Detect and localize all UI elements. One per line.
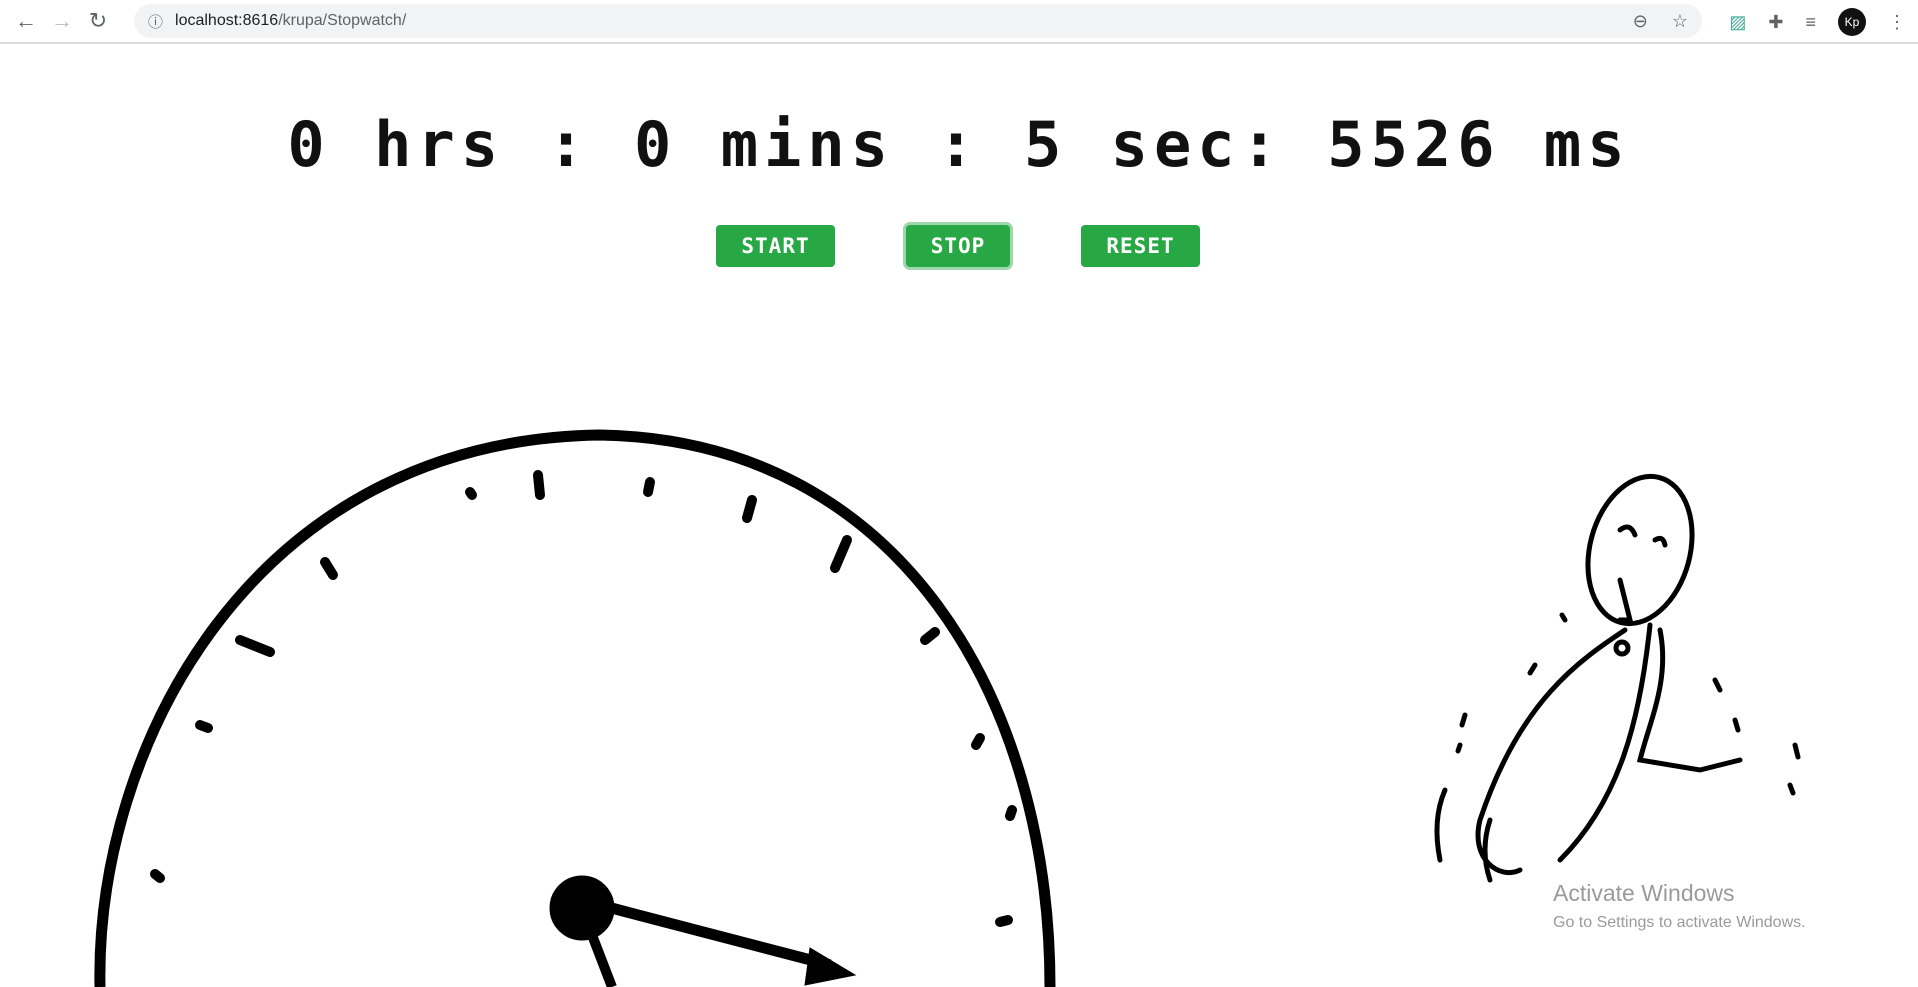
menu-icon[interactable]: ⋮ bbox=[1888, 12, 1906, 33]
forward-icon[interactable]: → bbox=[44, 8, 80, 34]
star-icon[interactable]: ☆ bbox=[1672, 11, 1688, 32]
stop-button[interactable]: STOP bbox=[906, 225, 1010, 267]
activate-windows-title: Activate Windows bbox=[1553, 880, 1735, 906]
clock-hand bbox=[598, 899, 832, 971]
activate-windows-subtitle: Go to Settings to activate Windows. bbox=[1553, 914, 1806, 931]
avatar[interactable]: Kp bbox=[1838, 8, 1866, 36]
url-host: localhost:8616 bbox=[175, 12, 279, 29]
info-icon[interactable]: ⓘ bbox=[148, 11, 163, 32]
puzzle-icon[interactable]: ✚ bbox=[1768, 12, 1783, 33]
reset-button[interactable]: RESET bbox=[1081, 225, 1200, 267]
stopwatch-display: 0 hrs : 0 mins : 5 sec: 5526 ms bbox=[287, 108, 1631, 181]
stick-figure bbox=[1434, 473, 1801, 883]
media-icon[interactable]: ≡ bbox=[1805, 12, 1816, 33]
extension-icon[interactable]: ▨ bbox=[1729, 12, 1746, 33]
back-icon[interactable]: ← bbox=[8, 8, 44, 34]
browser-toolbar: ← → ↻ ⓘ localhost:8616/krupa/Stopwatch/ … bbox=[0, 0, 1918, 44]
reload-icon[interactable]: ↻ bbox=[80, 8, 116, 34]
url-path: /krupa/Stopwatch/ bbox=[278, 12, 407, 29]
clock-face bbox=[94, 429, 1056, 987]
address-bar[interactable]: ⓘ localhost:8616/krupa/Stopwatch/ ⊖ ☆ bbox=[134, 4, 1702, 38]
start-button[interactable]: START bbox=[716, 225, 835, 267]
zoom-icon[interactable]: ⊖ bbox=[1633, 11, 1648, 32]
